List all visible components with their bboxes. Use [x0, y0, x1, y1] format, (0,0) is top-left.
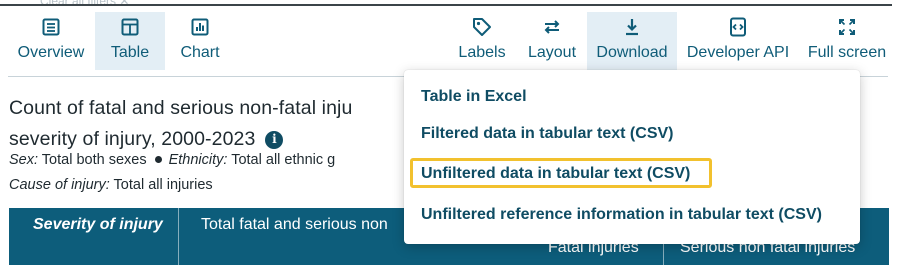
column-header-total: Total fatal and serious non: [201, 216, 388, 233]
tab-overview[interactable]: Overview: [9, 12, 93, 70]
separator-dot: [154, 155, 162, 163]
layout-button[interactable]: Layout: [520, 12, 584, 70]
overview-icon: [40, 16, 62, 38]
developer-api-button-label: Developer API: [686, 44, 790, 61]
column-header-severity: Severity of injury: [33, 216, 163, 233]
tab-table-label: Table: [110, 44, 150, 61]
full-screen-button-label: Full screen: [807, 44, 887, 61]
expand-icon: [836, 16, 858, 38]
menu-item-filtered-csv[interactable]: Filtered data in tabular text (CSV): [421, 125, 673, 143]
labels-button-label: Labels: [458, 44, 506, 61]
swap-arrows-icon: [541, 16, 563, 38]
page-title: Count of fatal and serious non-fatal inj…: [9, 93, 409, 155]
tab-chart[interactable]: Chart: [170, 12, 230, 70]
info-icon[interactable]: i: [265, 130, 284, 149]
column-divider: [178, 208, 179, 265]
page-title-line-2: severity of injury, 2000-2023: [9, 128, 256, 150]
menu-item-unfiltered-csv[interactable]: Unfiltered data in tabular text (CSV): [421, 165, 690, 183]
layout-button-label: Layout: [527, 44, 577, 61]
top-divider: [0, 4, 892, 6]
developer-api-button[interactable]: Developer API: [680, 12, 796, 70]
labels-button[interactable]: Labels: [451, 12, 513, 70]
download-button-label: Download: [596, 44, 668, 61]
code-file-icon: [727, 16, 749, 38]
menu-item-table-excel[interactable]: Table in Excel: [421, 88, 527, 106]
download-button[interactable]: Download: [587, 12, 677, 70]
menu-item-unfiltered-reference-csv[interactable]: Unfiltered reference information in tabu…: [421, 206, 822, 224]
tab-overview-label: Overview: [17, 44, 85, 61]
page-title-line-1: Count of fatal and serious non-fatal inj…: [9, 97, 353, 119]
tag-icon: [471, 16, 493, 38]
cause-summary: Cause of injury: Total all injuries: [9, 177, 213, 193]
tab-chart-label: Chart: [180, 44, 220, 61]
full-screen-button[interactable]: Full screen: [800, 12, 894, 70]
download-icon: [621, 16, 643, 38]
download-menu: Table in Excel Filtered data in tabular …: [404, 70, 860, 244]
table-icon: [119, 16, 141, 38]
filter-summary: Sex: Total both sexes Ethnicity: Total al…: [9, 152, 336, 168]
tab-table[interactable]: Table: [95, 12, 165, 70]
chart-icon: [189, 16, 211, 38]
